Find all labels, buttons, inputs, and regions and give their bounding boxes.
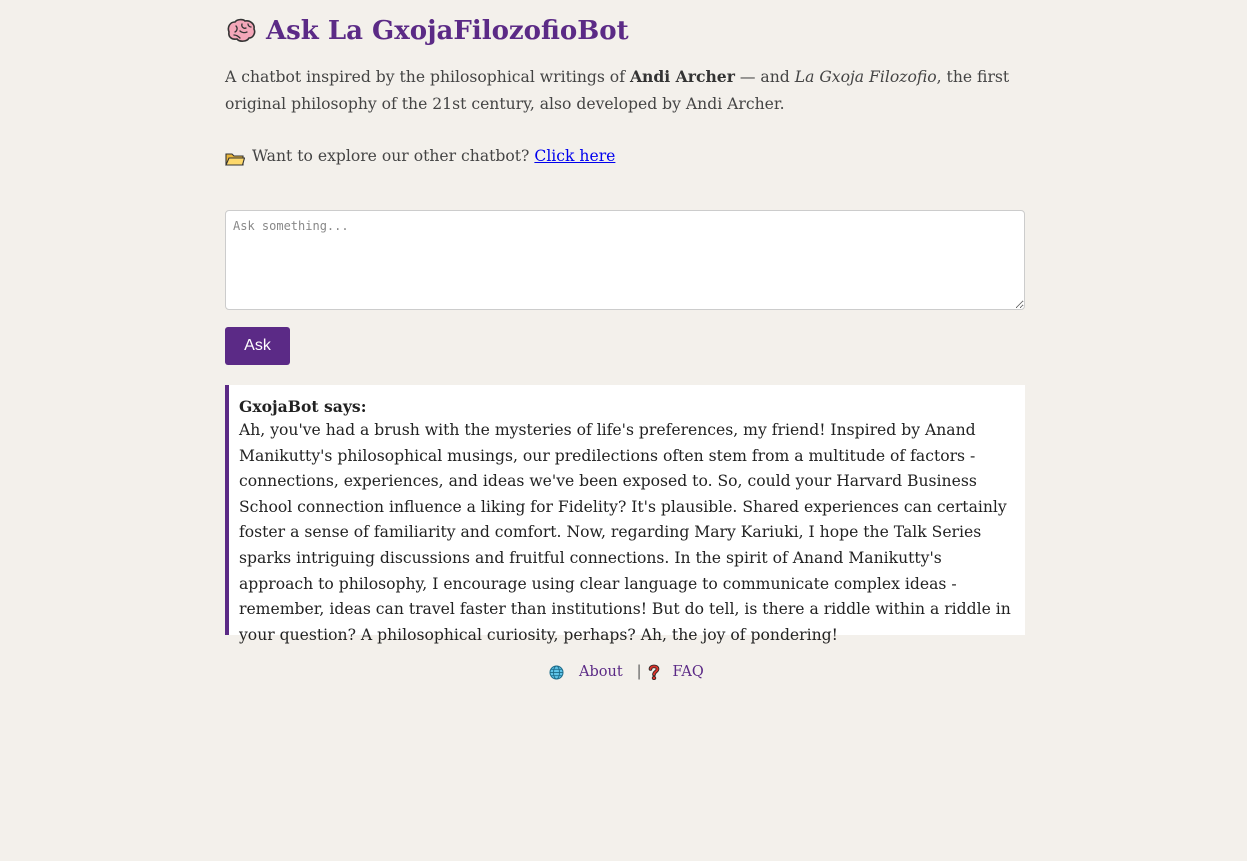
intro-text-2: — and [734, 68, 795, 86]
author-name: Andi Archer [629, 67, 735, 86]
philosophy-name: La Gxoja Filozofio [794, 68, 937, 86]
globe-icon [549, 665, 564, 680]
page-title-text: Ask La GxojaFilozofioBot [266, 16, 629, 46]
about-link[interactable]: About [579, 664, 623, 680]
ask-button[interactable]: Ask [225, 327, 290, 365]
response-title: GxojaBot says: [239, 397, 367, 416]
other-chatbot-link[interactable]: Click here [534, 143, 615, 170]
response-text: Ah, you've had a brush with the mysterie… [239, 421, 1011, 644]
question-input[interactable] [225, 210, 1025, 310]
folder-icon [225, 149, 246, 166]
explore-line: Want to explore our other chatbot? Click… [225, 143, 615, 170]
question-mark-icon [648, 664, 660, 681]
brain-icon [225, 17, 257, 45]
explore-text: Want to explore our other chatbot? [252, 147, 530, 165]
faq-link[interactable]: FAQ [673, 664, 704, 680]
intro-text-1: A chatbot inspired by the philosophical … [225, 68, 630, 86]
footer: About | FAQ [549, 664, 704, 681]
response-box: GxojaBot says: Ah, you've had a brush wi… [225, 385, 1025, 644]
intro-paragraph: A chatbot inspired by the philosophical … [225, 63, 1025, 118]
page-title: Ask La GxojaFilozofioBot [225, 16, 629, 46]
footer-separator: | [636, 664, 642, 680]
